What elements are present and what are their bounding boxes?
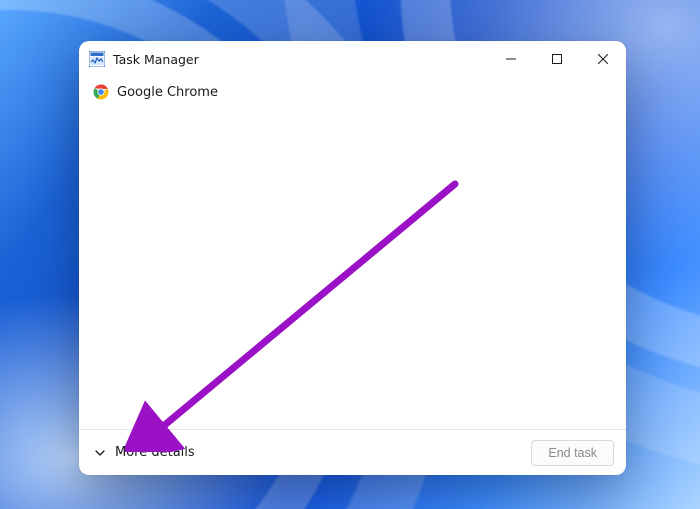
footer: More details End task <box>79 429 626 475</box>
maximize-button[interactable] <box>534 41 580 77</box>
task-manager-window: Task Manager <box>79 41 626 475</box>
chrome-icon <box>93 84 109 100</box>
process-name: Google Chrome <box>117 85 218 100</box>
minimize-button[interactable] <box>488 41 534 77</box>
close-button[interactable] <box>580 41 626 77</box>
window-controls <box>488 41 626 77</box>
chevron-down-icon <box>93 446 107 460</box>
process-row[interactable]: Google Chrome <box>85 79 620 105</box>
more-details-label: More details <box>115 445 195 460</box>
process-list: Google Chrome <box>79 77 626 429</box>
window-title: Task Manager <box>113 52 199 67</box>
titlebar[interactable]: Task Manager <box>79 41 626 77</box>
more-details-button[interactable]: More details <box>91 441 197 464</box>
task-manager-icon <box>89 51 105 67</box>
end-task-button[interactable]: End task <box>531 440 614 466</box>
